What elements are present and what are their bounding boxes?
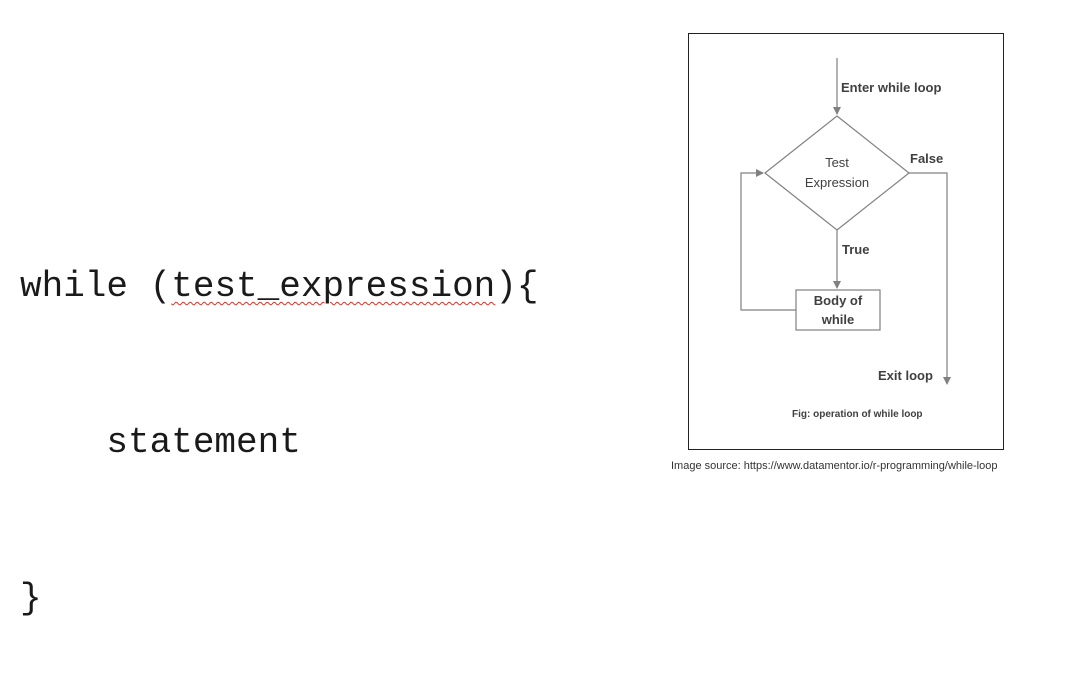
false-label: False — [910, 151, 943, 166]
false-branch-arrow — [909, 172, 951, 385]
enter-loop-label: Enter while loop — [841, 80, 941, 95]
code-line-while: while (test_expression){ — [20, 261, 539, 313]
while-loop-flowchart: Enter while loop Test Expression False T… — [688, 33, 1004, 450]
image-source-credit: Image source: https://www.datamentor.io/… — [671, 460, 998, 472]
decision-label-line1: Test — [825, 155, 849, 170]
body-label-line2: while — [821, 312, 855, 327]
figure-caption: Fig: operation of while loop — [792, 409, 923, 420]
while-keyword-text: while ( — [20, 266, 172, 307]
exit-loop-label: Exit loop — [878, 368, 933, 383]
loop-back-arrow — [740, 169, 796, 311]
true-label: True — [842, 242, 869, 257]
code-line-statement: statement — [20, 422, 301, 463]
test-expression-text: test_expression — [171, 266, 496, 307]
decision-diamond — [764, 115, 910, 231]
open-brace-text: ){ — [495, 266, 539, 307]
while-loop-syntax: while (test_expression){ statement } — [20, 157, 539, 677]
decision-label-line2: Expression — [805, 175, 869, 190]
code-line-close-brace: } — [20, 578, 42, 619]
flowchart-svg: Enter while loop Test Expression False T… — [740, 58, 951, 420]
body-label-line1: Body of — [814, 293, 863, 308]
